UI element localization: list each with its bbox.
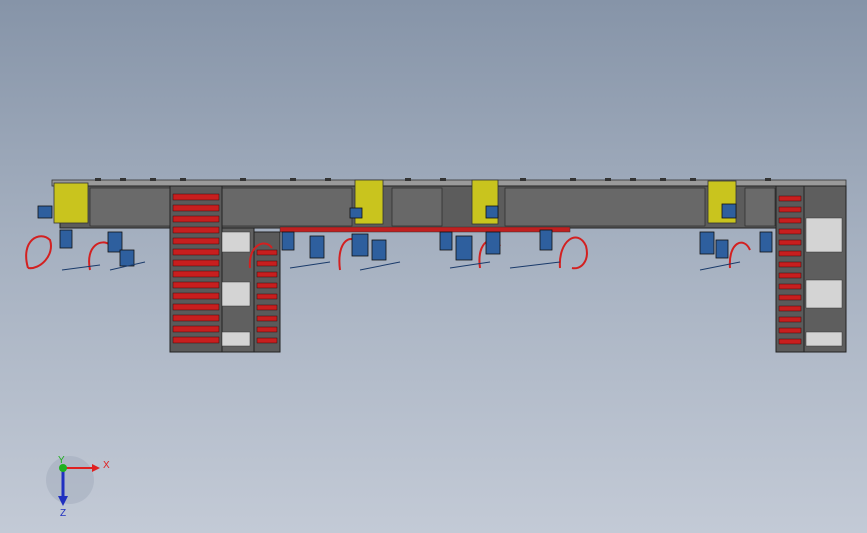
y-axis-label: Y — [58, 455, 65, 466]
right-stack — [775, 185, 847, 353]
z-axis-label: Z — [60, 508, 66, 519]
cad-viewport[interactable]: X Y Z — [0, 0, 867, 533]
red-rail — [279, 226, 571, 233]
x-axis-label: X — [103, 460, 110, 471]
axis-triad: X Y Z — [46, 455, 110, 519]
